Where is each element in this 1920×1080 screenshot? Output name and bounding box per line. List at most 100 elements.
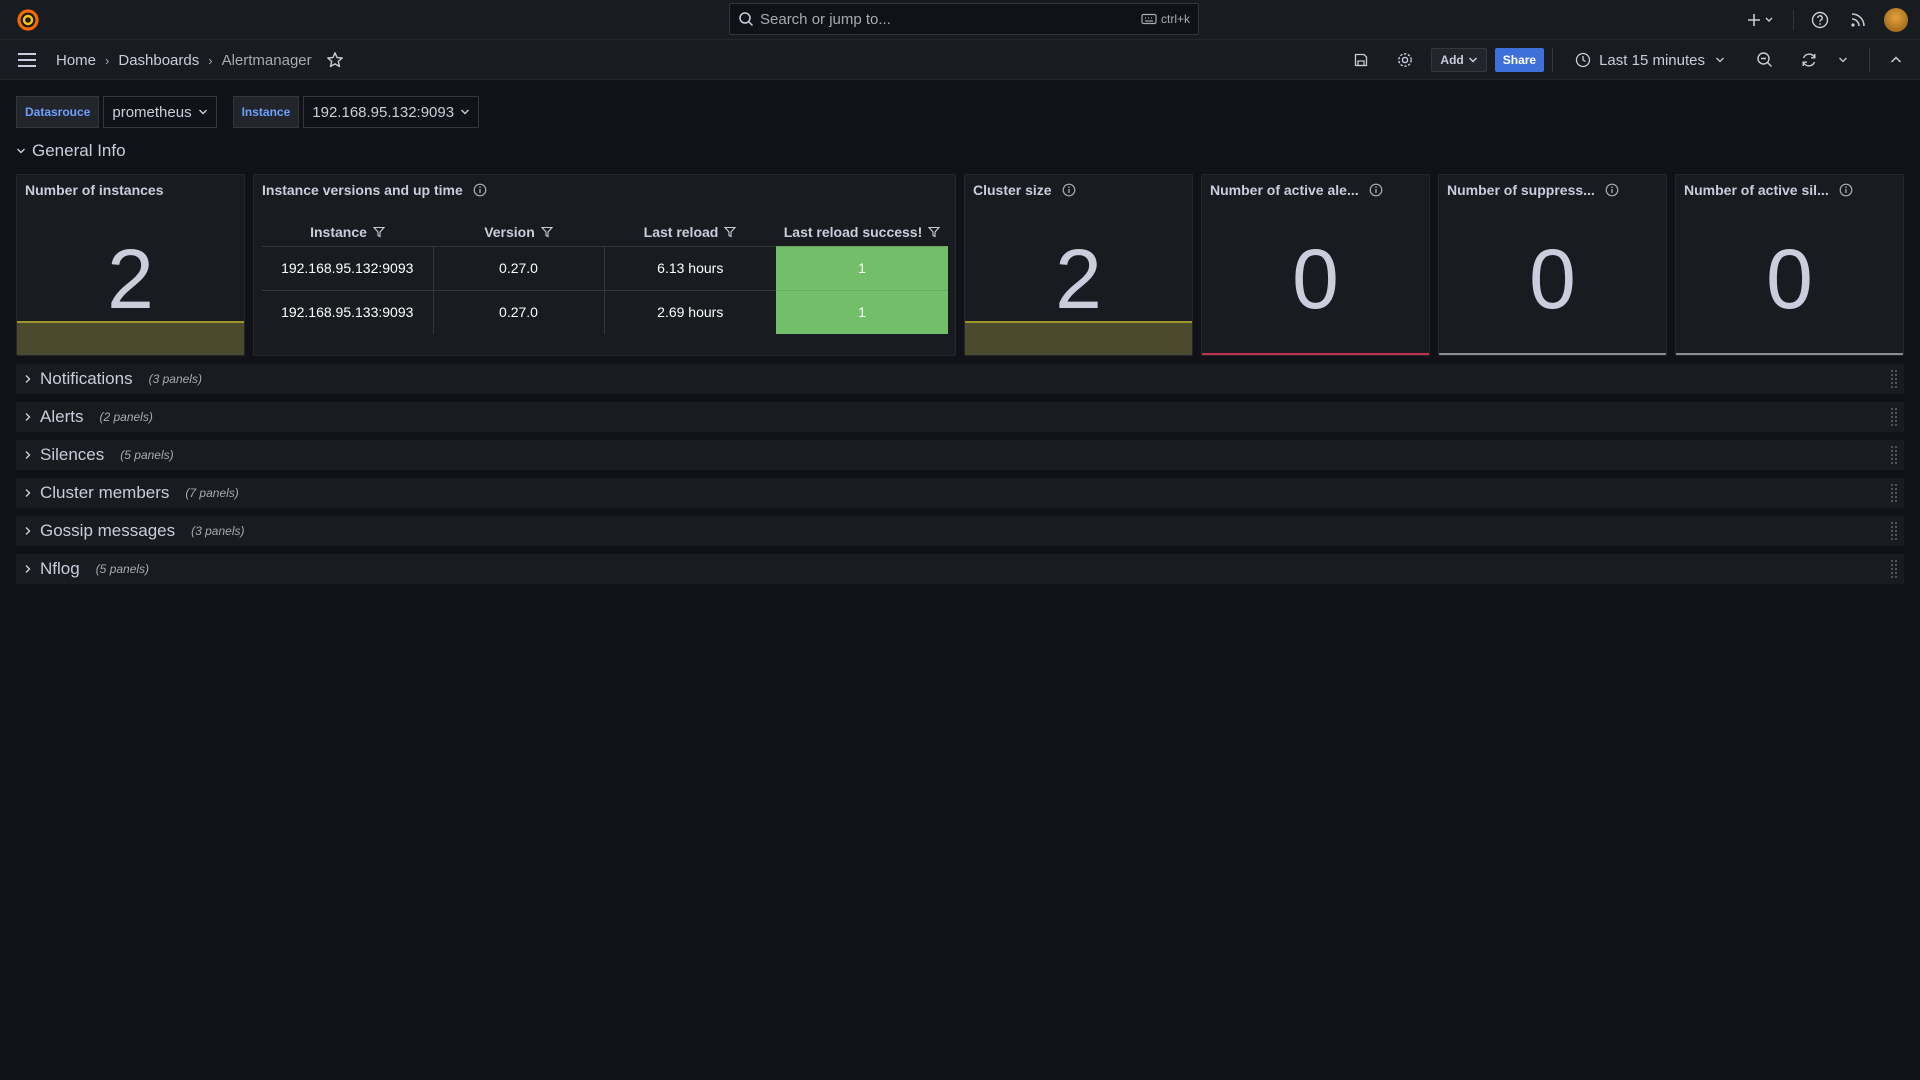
column-header[interactable]: Version [433, 218, 604, 246]
panel-cluster-size[interactable]: Cluster size 2 [964, 174, 1193, 356]
row-panel-count: (7 panels) [185, 486, 239, 500]
share-button[interactable]: Share [1494, 48, 1545, 72]
column-header[interactable]: Last reload success! [776, 218, 948, 246]
rss-icon[interactable] [1846, 8, 1870, 32]
row-nflog[interactable]: Nflog (5 panels) [16, 554, 1904, 584]
row-alerts[interactable]: Alerts (2 panels) [16, 402, 1904, 432]
info-icon[interactable] [1605, 183, 1619, 197]
row-panel-count: (3 panels) [191, 524, 245, 538]
search-icon [738, 11, 754, 27]
breadcrumb-home[interactable]: Home [56, 52, 96, 69]
chevron-right-icon [24, 450, 36, 460]
time-range-label: Last 15 minutes [1599, 51, 1705, 69]
row-general-info[interactable]: General Info [16, 137, 126, 165]
row-silences[interactable]: Silences (5 panels) [16, 440, 1904, 470]
avatar[interactable] [1884, 8, 1908, 32]
chevron-down-icon [1839, 57, 1847, 63]
menu-icon[interactable] [16, 50, 38, 70]
refresh-icon[interactable] [1797, 48, 1821, 72]
panel-instance-versions[interactable]: Instance versions and up time Instance V… [253, 174, 956, 356]
search-input[interactable]: Search or jump to... ctrl+k [729, 3, 1199, 35]
keyboard-icon [1141, 13, 1157, 25]
clock-icon [1575, 52, 1591, 68]
panel-title: Number of active ale... [1210, 182, 1383, 198]
shortcut-text: ctrl+k [1160, 12, 1190, 26]
add-button[interactable]: Add [1431, 48, 1487, 72]
chevron-right-icon [24, 374, 36, 384]
divider [1552, 48, 1554, 72]
row-title: Gossip messages [40, 521, 176, 540]
table-cell: 0.27.0 [433, 289, 605, 334]
panel-title: Cluster size [973, 182, 1076, 198]
row-panel-count: (2 panels) [99, 410, 153, 424]
zoom-out-icon[interactable] [1753, 48, 1777, 72]
breadcrumb-dashboards[interactable]: Dashboards [118, 52, 199, 69]
chevron-down-icon [16, 147, 28, 155]
drag-handle-icon[interactable] [1890, 369, 1898, 389]
panel-title: Number of instances [25, 182, 163, 198]
save-icon[interactable] [1349, 48, 1373, 72]
stat-value: 0 [1766, 232, 1813, 326]
sparkline [1202, 353, 1429, 355]
gear-icon[interactable] [1393, 48, 1417, 72]
breadcrumb-current: Alertmanager [221, 51, 312, 69]
table-header-row: Instance Version Last reload Last reload… [262, 218, 948, 246]
variable-label-datasource: Datasrouce [16, 96, 100, 128]
panel-suppressed-alerts[interactable]: Number of suppress... 0 [1438, 174, 1667, 356]
time-range-picker[interactable]: Last 15 minutes [1575, 52, 1733, 69]
panel-number-of-instances[interactable]: Number of instances 2 [16, 174, 245, 356]
chevron-down-icon [1716, 57, 1724, 63]
panel-title-text: Number of active sil... [1684, 182, 1829, 198]
row-title: Notifications [40, 369, 133, 388]
panel-title: Number of active sil... [1684, 182, 1853, 198]
drag-handle-icon[interactable] [1890, 445, 1898, 465]
info-icon[interactable] [1839, 183, 1853, 197]
search-placeholder: Search or jump to... [760, 10, 891, 28]
variable-value: 192.168.95.132:9093 [312, 103, 455, 121]
chevron-down-icon [461, 109, 470, 115]
filter-icon [372, 226, 385, 238]
chevron-right-icon [24, 526, 36, 536]
new-menu-button[interactable] [1745, 8, 1779, 32]
refresh-interval-dropdown[interactable] [1831, 48, 1855, 72]
row-panel-count: (5 panels) [95, 562, 150, 576]
drag-handle-icon[interactable] [1890, 483, 1898, 503]
table-cell: 192.168.95.132:9093 [262, 245, 434, 290]
variable-select-datasource[interactable]: prometheus [103, 96, 217, 128]
drag-handle-icon[interactable] [1890, 407, 1898, 427]
drag-handle-icon[interactable] [1890, 559, 1898, 579]
sparkline [1439, 353, 1666, 355]
row-title: Alerts [40, 407, 84, 426]
row-title: Silences [40, 445, 105, 464]
variables-bar: Datasrouce prometheus Instance 192.168.9… [16, 96, 480, 128]
variable-value: prometheus [112, 103, 192, 121]
search-shortcut: ctrl+k [1141, 12, 1190, 26]
table-cell-success: 1 [776, 289, 948, 334]
panel-title-text: Number of suppress... [1447, 182, 1595, 198]
stat-value: 2 [1055, 232, 1102, 326]
panel-title-text: Number of active ale... [1210, 182, 1359, 198]
grafana-logo-icon[interactable] [16, 8, 40, 32]
column-header[interactable]: Last reload [604, 218, 776, 246]
panel-active-alerts[interactable]: Number of active ale... 0 [1201, 174, 1430, 356]
column-header[interactable]: Instance [262, 218, 433, 246]
breadcrumb-separator: › [105, 52, 110, 68]
row-gossip-messages[interactable]: Gossip messages (3 panels) [16, 516, 1904, 546]
table-cell-success: 1 [776, 245, 948, 290]
chevron-right-icon [24, 488, 36, 498]
table-cell: 0.27.0 [433, 245, 605, 290]
info-icon[interactable] [473, 183, 487, 197]
drag-handle-icon[interactable] [1890, 521, 1898, 541]
panel-active-silences[interactable]: Number of active sil... 0 [1675, 174, 1904, 356]
variable-select-instance[interactable]: 192.168.95.132:9093 [303, 96, 480, 128]
row-notifications[interactable]: Notifications (3 panels) [16, 364, 1904, 394]
info-icon[interactable] [1062, 183, 1076, 197]
info-icon[interactable] [1369, 183, 1383, 197]
row-cluster-members[interactable]: Cluster members (7 panels) [16, 478, 1904, 508]
star-icon[interactable] [326, 51, 344, 69]
chevron-right-icon [24, 412, 36, 422]
help-icon[interactable] [1808, 8, 1832, 32]
table-cell: 6.13 hours [604, 245, 776, 290]
table-row: 192.168.95.133:9093 0.27.0 2.69 hours 1 [262, 289, 948, 334]
chevron-up-icon[interactable] [1884, 48, 1908, 72]
